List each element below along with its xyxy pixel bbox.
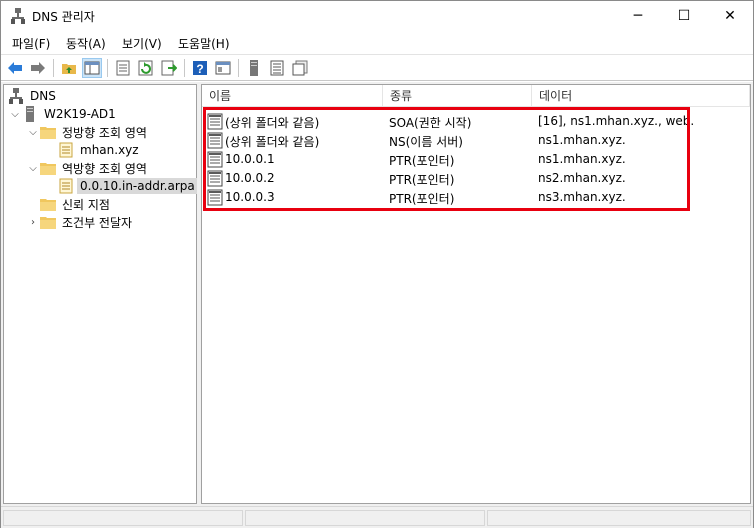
menu-view[interactable]: 보기(V)	[122, 35, 162, 52]
title-bar: DNS 관리자 ─ ☐ ✕	[1, 1, 753, 31]
tree-label: mhan.xyz	[80, 143, 139, 157]
console-icon[interactable]	[213, 58, 233, 78]
column-header-type[interactable]: 종류	[383, 85, 532, 107]
refresh-icon[interactable]	[136, 58, 156, 78]
chevron-down-icon[interactable]: ⌵	[26, 161, 40, 175]
folder-icon	[40, 196, 56, 212]
status-segment	[245, 510, 485, 526]
svg-text:?: ?	[196, 62, 203, 76]
dns-app-icon	[11, 8, 25, 24]
dns-icon	[8, 88, 24, 104]
status-segment	[487, 510, 751, 526]
menu-file[interactable]: 파일(F)	[12, 35, 50, 52]
column-header-name[interactable]: 이름	[202, 85, 383, 107]
tree-node-reverse-zone-child[interactable]: 0.0.10.in-addr.arpa	[58, 177, 198, 195]
chevron-down-icon[interactable]: ⌵	[8, 107, 22, 121]
chevron-right-icon[interactable]: ›	[26, 215, 40, 229]
menu-bar: 파일(F) 동작(A) 보기(V) 도움말(H)	[1, 31, 753, 53]
tree-node-conditional-forwarders[interactable]: › 조건부 전달자	[26, 213, 135, 231]
export-icon[interactable]	[159, 58, 179, 78]
zone-file-icon	[58, 178, 74, 194]
maximize-button[interactable]: ☐	[661, 1, 707, 31]
minimize-button[interactable]: ─	[615, 1, 661, 31]
tree-label: DNS	[30, 89, 56, 103]
highlight-box	[203, 107, 690, 211]
tree-node-forward-zone-child[interactable]: mhan.xyz	[58, 141, 142, 159]
up-folder-icon[interactable]	[59, 58, 79, 78]
status-segment	[3, 510, 243, 526]
menu-action[interactable]: 동작(A)	[66, 35, 106, 52]
tree-node-server[interactable]: ⌵ W2K19-AD1	[8, 105, 119, 123]
forward-icon[interactable]	[28, 58, 48, 78]
record-list-icon[interactable]	[267, 58, 287, 78]
column-header-data[interactable]: 데이터	[532, 85, 750, 107]
tree-label: 신뢰 지점	[62, 197, 110, 212]
folder-icon	[40, 160, 56, 176]
copy-icon[interactable]	[290, 58, 310, 78]
server-icon[interactable]	[244, 58, 264, 78]
tree-label: 역방향 조회 영역	[62, 161, 147, 176]
tree-node-trust-points[interactable]: 신뢰 지점	[40, 195, 113, 213]
help-icon[interactable]: ?	[190, 58, 210, 78]
tree-node-reverse-zone[interactable]: ⌵ 역방향 조회 영역	[26, 159, 150, 177]
back-icon[interactable]	[5, 58, 25, 78]
tree-node-dns[interactable]: DNS	[8, 87, 59, 105]
folder-icon	[40, 124, 56, 140]
window-title: DNS 관리자	[32, 10, 95, 24]
close-button[interactable]: ✕	[707, 1, 753, 31]
menu-help[interactable]: 도움말(H)	[178, 35, 230, 52]
show-tree-icon[interactable]	[82, 58, 102, 78]
zone-file-icon	[58, 142, 74, 158]
tree-node-forward-zone[interactable]: ⌵ 정방향 조회 영역	[26, 123, 150, 141]
tree-pane[interactable]: DNS ⌵ W2K19-AD1 ⌵ 정방향 조회 영역 mhan.xyz ⌵ 역…	[3, 84, 198, 504]
tree-label: 0.0.10.in-addr.arpa	[77, 178, 198, 194]
properties-icon[interactable]	[113, 58, 133, 78]
server-icon	[22, 106, 38, 122]
tree-label: W2K19-AD1	[44, 107, 116, 121]
status-bar	[1, 506, 753, 528]
chevron-down-icon[interactable]: ⌵	[26, 125, 40, 139]
tree-label: 정방향 조회 영역	[62, 125, 147, 140]
toolbar: ?	[1, 54, 753, 81]
folder-icon	[40, 214, 56, 230]
tree-label: 조건부 전달자	[62, 215, 133, 230]
dns-manager-window: DNS 관리자 ─ ☐ ✕ 파일(F) 동작(A) 보기(V) 도움말(H) ?…	[0, 0, 754, 528]
